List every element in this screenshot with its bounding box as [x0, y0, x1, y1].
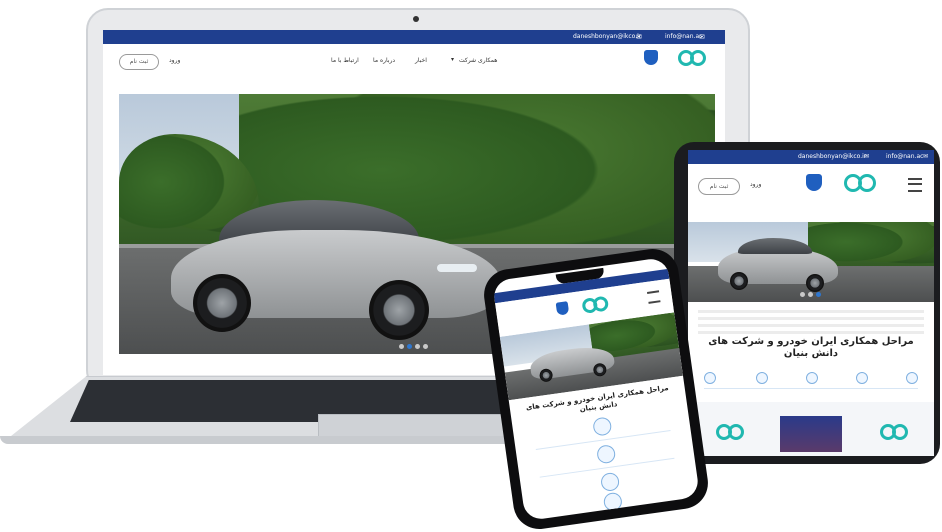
slider-dot-active[interactable] [407, 344, 412, 349]
login-link[interactable]: ورود [169, 57, 180, 64]
car-headlight [437, 264, 477, 272]
tablet-heading: مراحل همکاری ایران خودرو و شرکت های دانش… [708, 336, 914, 359]
chevron-down-icon: ▾ [451, 56, 455, 63]
nav-item-cooperation[interactable]: همکاری شرکت [459, 57, 497, 64]
steps-row [704, 372, 918, 389]
infinity-logo-icon [892, 424, 908, 440]
tablet-topbar: ✉ daneshbonyan@ikco.ir ✉ info@nan.ac [688, 150, 934, 164]
shield-logo-icon [555, 301, 570, 316]
topbar-email-2[interactable]: info@nan.ac [665, 33, 702, 40]
hamburger-menu-icon[interactable] [646, 290, 661, 304]
intro-paragraph [698, 310, 924, 334]
signup-button[interactable]: ثبت نام [698, 178, 740, 195]
topbar-email-2[interactable]: info@nan.ac [886, 153, 923, 160]
topbar-email-1[interactable]: daneshbonyan@ikco.ir [573, 33, 641, 40]
mail-icon: ✉ [923, 153, 929, 160]
step-icon [906, 372, 918, 384]
slider-dot[interactable] [423, 344, 428, 349]
step-icon [756, 372, 768, 384]
step-icon [856, 372, 868, 384]
slider-dot[interactable] [800, 292, 805, 297]
tablet-navbar: ثبت نام ورود [688, 164, 934, 208]
nav-item-contact[interactable]: ارتباط با ما [331, 57, 359, 64]
topbar-email-1[interactable]: daneshbonyan@ikco.ir [798, 153, 866, 160]
car-wheel [193, 274, 251, 332]
slider-dot[interactable] [808, 292, 813, 297]
infinity-logo-icon [690, 50, 706, 66]
slider-dot[interactable] [415, 344, 420, 349]
step-icon [596, 444, 617, 465]
laptop-navbar: ثبت نام ورود ارتباط با ما درباره ما اخبا… [103, 44, 725, 82]
tablet-bottom-section [688, 402, 934, 456]
login-link[interactable]: ورود [750, 181, 761, 188]
shield-logo-icon [806, 174, 822, 191]
infinity-logo-icon [728, 424, 744, 440]
slider-dot[interactable] [399, 344, 404, 349]
signup-button[interactable]: ثبت نام [119, 54, 159, 70]
step-icon [704, 372, 716, 384]
slider-dot-active[interactable] [816, 292, 821, 297]
nav-item-news[interactable]: اخبار [415, 57, 427, 64]
car-wheel [369, 280, 429, 340]
tablet-hero-image [688, 222, 934, 302]
phone-screen: مراحل همکاری ایران خودرو و شرکت های دانش… [492, 256, 700, 522]
infinity-logo-icon [858, 174, 876, 192]
tablet-screen: ✉ daneshbonyan@ikco.ir ✉ info@nan.ac ثبت… [688, 150, 934, 456]
event-photo[interactable] [780, 416, 842, 452]
step-icon [599, 471, 621, 493]
shield-logo-icon [644, 50, 658, 65]
hamburger-menu-icon[interactable] [908, 178, 922, 192]
laptop-topbar: ✉ daneshbonyan@ikco.ir ✉ info@nan.ac [103, 30, 725, 44]
step-icon [592, 416, 613, 437]
step-icon [806, 372, 818, 384]
nav-item-about[interactable]: درباره ما [373, 57, 395, 64]
camera-icon [413, 16, 419, 22]
